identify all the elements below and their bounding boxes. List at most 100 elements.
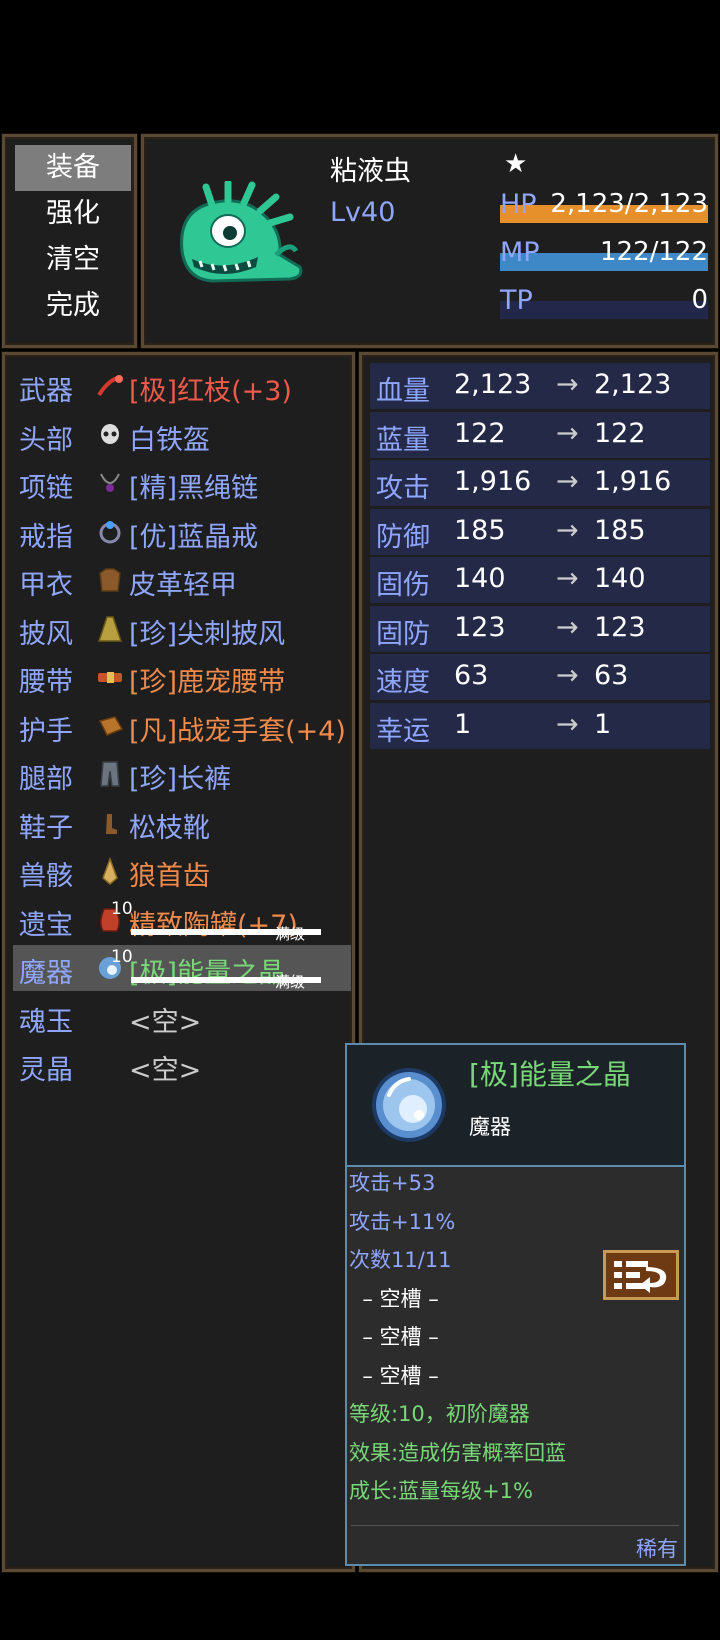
equipment-row[interactable]: 戒指 [优]蓝晶戒 — [13, 509, 353, 555]
tooltip-line: – 空槽 – — [349, 1363, 439, 1388]
equipment-row[interactable]: 灵晶 <空> — [13, 1042, 353, 1088]
stat-arrow-icon: → — [556, 369, 579, 400]
stat-row: 防御 185 → 185 — [370, 508, 710, 555]
equipment-row[interactable]: 腿部 [珍]长裤 — [13, 751, 353, 797]
stat-new-value: 140 — [594, 563, 646, 594]
hp-label: HP — [500, 189, 537, 220]
tooltip-line: 攻击+11% — [349, 1209, 456, 1234]
tooltip-line: 攻击+53 — [349, 1171, 436, 1195]
equipment-slot-label: 灵晶 — [19, 1055, 73, 1086]
equipment-row[interactable]: 披风 [珍]尖刺披风 — [13, 606, 353, 652]
equipment-name: [优]蓝晶戒 — [129, 521, 259, 553]
max-level-label: 满级 — [275, 924, 306, 943]
equipment-name: <空> — [129, 1055, 202, 1086]
equipment-name: [精]黑绳链 — [129, 473, 259, 504]
equipment-slot-label: 腿部 — [19, 764, 73, 795]
stat-row: 固防 123 → 123 — [370, 605, 710, 652]
equipment-name: [珍]尖刺披风 — [129, 618, 286, 650]
equipment-row[interactable]: 鞋子 松枝靴 — [13, 800, 353, 846]
character-level: Lv40 — [330, 197, 396, 228]
equipment-slot-label: 鞋子 — [19, 812, 73, 844]
item-tooltip: [极]能量之晶 魔器 攻击+53 攻击+11% 次数11/11 – 空槽 – – 空… — [345, 1043, 686, 1566]
slime-worm-portrait-icon — [180, 181, 303, 283]
pants-icon — [100, 761, 120, 787]
cloak-icon — [97, 615, 123, 642]
swap-arrows-icon — [614, 1261, 667, 1293]
character-name: 粘液虫 — [330, 156, 411, 187]
stat-arrow-icon: → — [556, 466, 579, 497]
menu-done[interactable]: 完成 — [15, 283, 131, 329]
character-header: 粘液虫 ★ Lv40 HP 2,123/2,123 MP 122/122 TP … — [141, 134, 718, 348]
equipment-level-badge: 10 — [111, 947, 133, 967]
tooltip-divider — [351, 1525, 679, 1526]
stat-label: 幸运 — [376, 715, 430, 747]
mp-label: MP — [500, 237, 540, 268]
fang-icon — [102, 856, 118, 885]
stat-label: 攻击 — [376, 473, 430, 504]
stat-new-value: 2,123 — [594, 369, 672, 400]
boots-icon — [106, 813, 117, 834]
equipment-name: 松枝靴 — [129, 812, 210, 844]
equipment-row[interactable]: 遗宝 精致陶罐(+7) 10 满级 — [13, 897, 353, 943]
equipment-name: <空> — [129, 1006, 202, 1038]
stat-current-value: 140 — [454, 563, 506, 594]
stat-current-value: 185 — [454, 514, 506, 546]
equipment-slot-label: 披风 — [19, 618, 73, 650]
necklace-icon — [100, 473, 120, 492]
ring-icon — [99, 520, 121, 543]
stat-label: 蓝量 — [376, 424, 430, 456]
hp-value: 2,123/2,123 — [550, 189, 708, 219]
equipment-slot-label: 魂玉 — [19, 1006, 73, 1038]
hp-bar: HP 2,123/2,123 — [500, 187, 708, 227]
equipment-name: [珍]鹿宠腰带 — [129, 667, 286, 698]
equipment-row[interactable]: 护手 [凡]战宠手套(+4) — [13, 703, 353, 749]
equipment-slot-label: 遗宝 — [19, 909, 73, 941]
menu-equip[interactable]: 装备 — [15, 145, 131, 191]
equipment-slot-label: 护手 — [19, 715, 73, 747]
equipment-list: 武器 [极]红枝(+3) 头部 白铁盔 项链 [精]黑绳链 戒指 [优]蓝晶戒 甲衣 皮革轻甲 披风… — [2, 352, 355, 1572]
equipment-slot-label: 腰带 — [19, 667, 73, 698]
equipment-row[interactable]: 甲衣 皮革轻甲 — [13, 557, 353, 603]
equipment-row[interactable]: 武器 [极]红枝(+3) — [13, 363, 353, 409]
equipment-row[interactable]: 头部 白铁盔 — [13, 412, 353, 458]
equipment-slot-label: 武器 — [19, 376, 73, 407]
menu-enhance[interactable]: 强化 — [15, 191, 131, 237]
gloves-icon — [98, 715, 124, 736]
stat-label: 血量 — [376, 376, 430, 407]
equipment-name: [凡]战宠手套(+4) — [129, 715, 346, 747]
equipment-slot-label: 戒指 — [19, 521, 73, 553]
stat-row: 蓝量 122 → 122 — [370, 411, 710, 458]
skull-helmet-icon — [101, 423, 119, 444]
equipment-row[interactable]: 腰带 [珍]鹿宠腰带 — [13, 654, 353, 700]
menu-clear[interactable]: 清空 — [15, 237, 131, 283]
command-menu: 装备 强化 清空 完成 — [2, 134, 137, 348]
stat-current-value: 1 — [454, 708, 472, 740]
stat-new-value: 63 — [594, 660, 629, 691]
swap-equipment-button[interactable] — [603, 1250, 679, 1300]
stat-arrow-icon: → — [556, 611, 579, 643]
tp-value: 0 — [691, 285, 708, 315]
tp-label: TP — [500, 285, 533, 316]
stat-row: 固伤 140 → 140 — [370, 557, 710, 603]
equipment-row[interactable]: 项链 [精]黑绳链 — [13, 460, 353, 506]
stat-label: 速度 — [376, 667, 430, 698]
belt-icon — [98, 672, 122, 683]
max-level-label: 满级 — [275, 973, 306, 991]
stat-row: 攻击 1,916 → 1,916 — [370, 460, 710, 506]
stat-new-value: 185 — [594, 514, 646, 546]
star-icon: ★ — [504, 149, 528, 179]
equipment-row[interactable]: 魔器 [极]能量之晶 10 满级 — [13, 945, 351, 991]
equipment-row[interactable]: 兽骸 狼首齿 — [13, 848, 353, 894]
stat-new-value: 123 — [594, 611, 646, 643]
stat-arrow-icon: → — [556, 514, 579, 546]
tooltip-line: – 空槽 – — [349, 1286, 439, 1311]
tooltip-type: 魔器 — [469, 1115, 511, 1139]
equipment-name: 皮革轻甲 — [129, 570, 237, 601]
equipment-name: [极]红枝(+3) — [129, 376, 292, 407]
equipment-row[interactable]: 魂玉 <空> — [13, 994, 353, 1040]
equipment-slot-label: 兽骸 — [19, 861, 73, 892]
tooltip-line: 等级:10，初阶魔器 — [349, 1402, 530, 1426]
mp-value: 122/122 — [599, 237, 708, 267]
equipment-name: 狼首齿 — [129, 861, 210, 892]
equipment-name: 白铁盔 — [129, 424, 210, 456]
